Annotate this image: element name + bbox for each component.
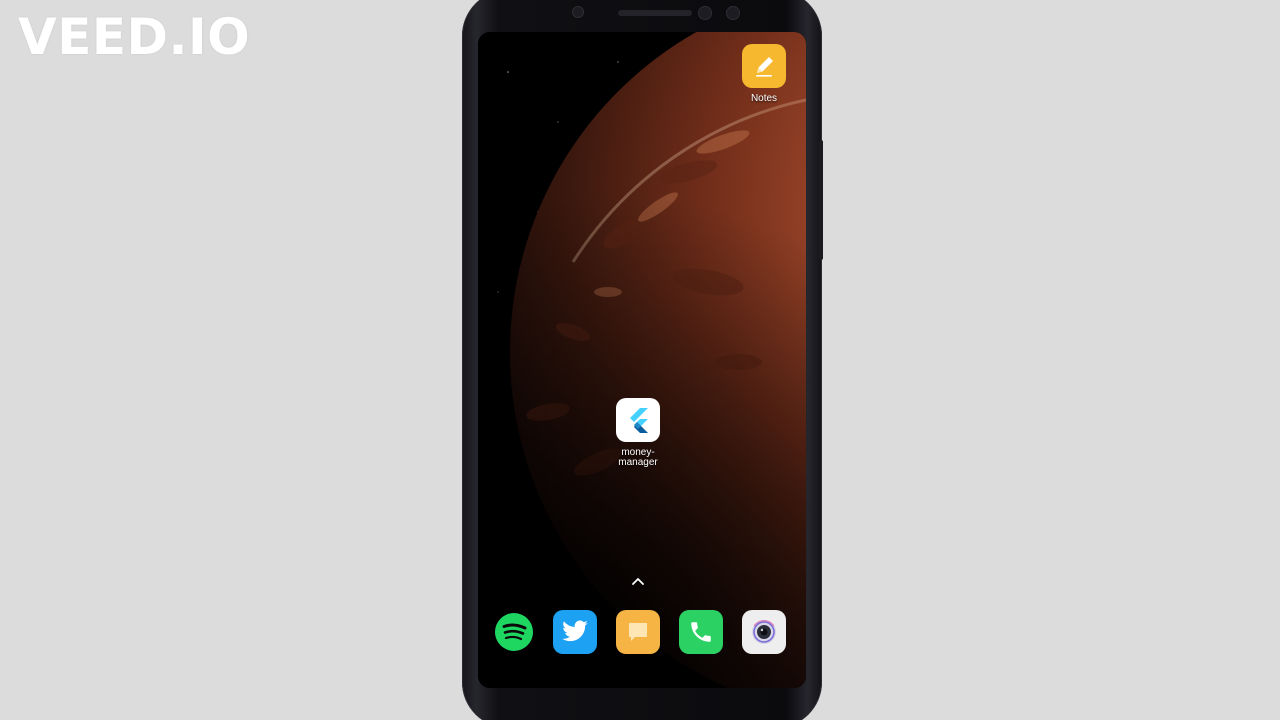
app-money-manager[interactable]: money- manager <box>606 398 670 468</box>
veed-watermark: VEED.IO <box>18 8 251 66</box>
chevron-up-icon[interactable] <box>630 575 646 587</box>
app-money-manager-label: money- manager <box>618 447 658 468</box>
phone-device: Notes money- manager <box>462 0 823 720</box>
front-camera-icon <box>572 6 584 18</box>
phone-handset-icon[interactable] <box>679 610 723 654</box>
camera-lens-icon[interactable] <box>742 610 786 654</box>
mars-wallpaper <box>478 32 806 688</box>
home-screen[interactable]: Notes money- manager <box>478 32 806 688</box>
pencil-icon <box>742 44 786 88</box>
message-bubble-icon[interactable] <box>616 610 660 654</box>
front-sensor-2-icon <box>726 6 740 20</box>
earpiece-speaker <box>618 10 692 16</box>
front-sensor-icon <box>698 6 712 20</box>
app-notes[interactable]: Notes <box>732 44 796 104</box>
twitter-bird-icon[interactable] <box>553 610 597 654</box>
phone-side-button <box>819 140 823 260</box>
app-notes-label: Notes <box>750 93 778 104</box>
spotify-icon[interactable] <box>492 610 536 654</box>
flutter-icon <box>616 398 660 442</box>
